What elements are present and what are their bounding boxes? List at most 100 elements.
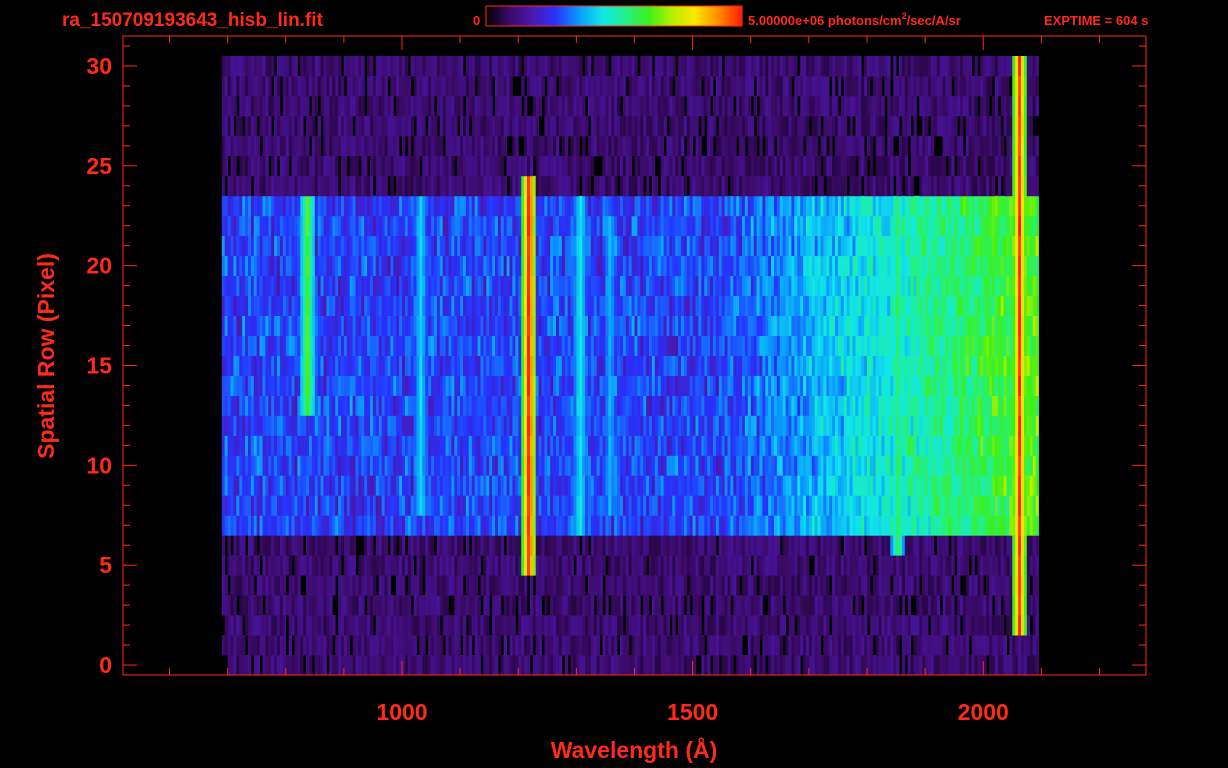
heatmap-cell [265, 435, 269, 456]
heatmap-cell [320, 575, 324, 596]
heatmap-cell [279, 355, 284, 376]
heatmap-cell [686, 435, 691, 456]
heatmap-cell [814, 415, 818, 436]
heatmap-cell [338, 535, 342, 556]
heatmap-cell [477, 415, 481, 436]
heatmap-cell [233, 635, 237, 656]
heatmap-cell [303, 335, 307, 356]
heatmap-cell [759, 615, 763, 636]
heatmap-cell [558, 655, 563, 676]
heatmap-cell [965, 515, 970, 536]
heatmap-cell [410, 575, 414, 596]
heatmap-cell [579, 615, 583, 636]
heatmap-cell [867, 495, 871, 516]
heatmap-cell [753, 515, 757, 536]
heatmap-cell [835, 615, 839, 636]
heatmap-cell [971, 315, 975, 336]
heatmap-cell [858, 415, 862, 436]
heatmap-row [221, 595, 1039, 616]
heatmap-cell [660, 495, 664, 516]
heatmap-cell [701, 475, 705, 496]
heatmap-cell [736, 355, 740, 376]
heatmap-cell [930, 535, 935, 556]
heatmap-cell [698, 535, 702, 556]
heatmap-cell [637, 615, 641, 636]
heatmap-cell [788, 355, 792, 376]
heatmap-cell [631, 615, 635, 636]
heatmap-cell [524, 535, 528, 556]
heatmap-cell [634, 635, 638, 656]
heatmap-cell [489, 535, 493, 556]
heatmap-cell [710, 395, 714, 416]
heatmap-cell [529, 395, 534, 416]
heatmap-cell [928, 455, 932, 476]
heatmap-cell [974, 455, 978, 476]
heatmap-cell [823, 515, 827, 536]
heatmap-cell [506, 475, 510, 496]
heatmap-cell [986, 495, 990, 516]
heatmap-cell [428, 635, 432, 656]
heatmap-cell [951, 375, 955, 396]
heatmap-cell [776, 475, 781, 496]
heatmap-cell [527, 335, 531, 356]
heatmap-cell [713, 475, 717, 496]
heatmap-cell [605, 475, 609, 496]
heatmap-cell [404, 315, 409, 336]
heatmap-cell [390, 595, 394, 616]
heatmap-cell [721, 495, 725, 516]
heatmap-cell [509, 315, 513, 336]
heatmap-cell [678, 555, 682, 576]
heatmap-cell [1023, 475, 1028, 496]
heatmap-cell [1029, 495, 1034, 516]
heatmap-cell [683, 415, 688, 436]
heatmap-cell [631, 395, 635, 416]
heatmap-cell [387, 555, 391, 576]
heatmap-cell [672, 395, 676, 416]
heatmap-cell [227, 315, 231, 336]
heatmap-cell [230, 335, 234, 356]
heatmap-cell [992, 635, 996, 656]
heatmap-cell [1009, 555, 1013, 576]
heatmap-cell [686, 615, 691, 636]
heatmap-cell [271, 655, 275, 676]
heatmap-cell [971, 515, 975, 536]
heatmap-cell [306, 535, 310, 556]
heatmap-cell [797, 615, 801, 636]
heatmap-cell [736, 555, 740, 576]
heatmap-cell [718, 615, 723, 636]
heatmap-cell [303, 555, 307, 576]
heatmap-cell [582, 355, 586, 376]
heatmap-cell [622, 495, 627, 516]
heatmap-cell [614, 395, 618, 416]
heatmap-cell [1006, 375, 1010, 396]
heatmap-cell [477, 315, 481, 336]
heatmap-cell [1035, 655, 1039, 676]
heatmap-cell [881, 575, 885, 596]
heatmap-cell [457, 455, 461, 476]
heatmap-cell [1023, 635, 1028, 656]
heatmap-cell [393, 475, 397, 496]
heatmap-cell [683, 475, 688, 496]
heatmap-cell [506, 515, 510, 536]
heatmap-cell [483, 395, 487, 416]
heatmap-cell [317, 375, 321, 396]
heatmap-cell [643, 355, 647, 376]
heatmap-cell [361, 315, 365, 336]
heatmap-cell [361, 655, 365, 676]
heatmap-cell [744, 555, 749, 576]
heatmap-cell [620, 335, 624, 356]
heatmap-cell [951, 555, 955, 576]
heatmap-cell [297, 315, 301, 336]
heatmap-cell [1035, 315, 1039, 336]
heatmap-cell [928, 395, 932, 416]
heatmap-cell [492, 495, 496, 516]
heatmap-cell [343, 655, 348, 676]
heatmap-cell [274, 415, 278, 436]
heatmap-cell [666, 535, 670, 556]
heatmap-cell [564, 615, 569, 636]
heatmap-cell [588, 415, 592, 436]
heatmap-cell [492, 655, 496, 676]
heatmap-cell [239, 395, 243, 416]
heatmap-cell [233, 555, 237, 576]
heatmap-cell [451, 515, 455, 536]
